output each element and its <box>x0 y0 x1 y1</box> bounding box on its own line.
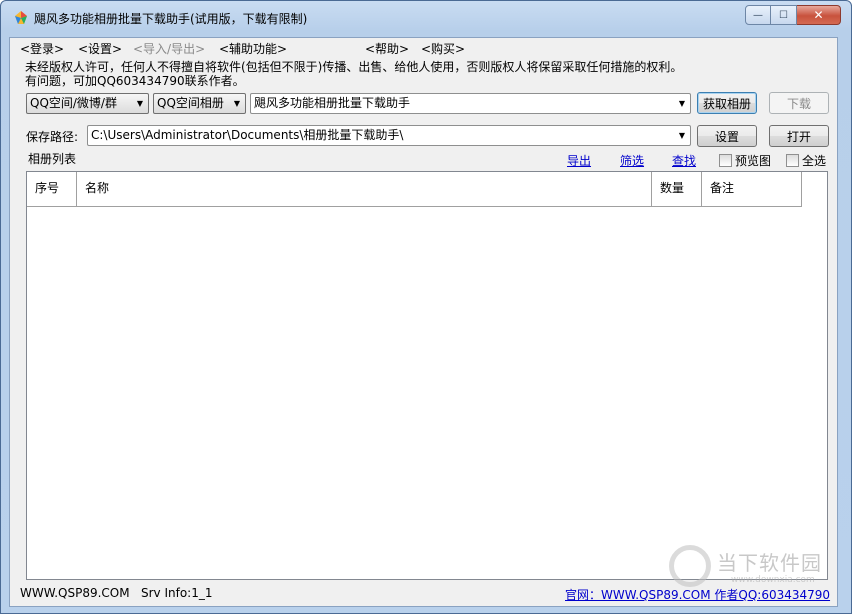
source-select-value: QQ空间/微博/群 <box>30 96 117 110</box>
maximize-icon: ☐ <box>779 9 788 21</box>
chevron-down-icon: ▼ <box>678 99 686 108</box>
target-input-value: 飓风多功能相册批量下载助手 <box>254 96 411 110</box>
preview-checkbox-box[interactable] <box>719 154 732 167</box>
menu-login[interactable]: <登录> <box>20 40 64 57</box>
column-header-count[interactable]: 数量 <box>652 172 702 207</box>
album-type-select-value: QQ空间相册 <box>157 96 224 110</box>
chevron-down-icon: ▼ <box>678 131 686 140</box>
open-button[interactable]: 打开 <box>769 125 829 147</box>
watermark: 当下软件园 www.downxia.com <box>669 543 837 593</box>
watermark-logo-icon <box>669 545 711 587</box>
maximize-button[interactable]: ☐ <box>771 5 797 25</box>
menu-import-export[interactable]: <导入/导出> <box>133 40 205 57</box>
watermark-name: 当下软件园 <box>717 551 822 575</box>
status-site: WWW.QSP89.COM <box>20 586 130 600</box>
app-logo-icon <box>15 11 27 24</box>
watermark-url: www.downxia.com <box>731 575 815 585</box>
column-header-name[interactable]: 名称 <box>77 172 652 207</box>
source-select[interactable]: QQ空间/微博/群 ▼ <box>26 93 149 114</box>
table-header: 序号 名称 数量 备注 <box>27 172 802 207</box>
get-album-button[interactable]: 获取相册 <box>697 92 757 114</box>
menu-settings[interactable]: <设置> <box>78 40 122 57</box>
window-title: 飓风多功能相册批量下载助手(试用版，下载有限制) <box>34 12 308 26</box>
app-window: 飓风多功能相册批量下载助手(试用版，下载有限制) — ☐ ✕ <登录> <设置>… <box>0 0 852 614</box>
notice-line-1: 未经版权人许可，任何人不得擅自将软件(包括但不限于)传播、出售、给他人使用，否则… <box>25 60 683 74</box>
close-icon: ✕ <box>813 8 824 22</box>
save-path-label: 保存路径: <box>26 130 79 144</box>
settings-button[interactable]: 设置 <box>697 125 757 147</box>
column-header-index[interactable]: 序号 <box>27 172 77 207</box>
notice-line-2: 有问题，可加QQ603434790联系作者。 <box>25 74 245 88</box>
menu-tools[interactable]: <辅助功能> <box>219 40 287 57</box>
preview-checkbox[interactable]: 预览图 <box>719 152 771 169</box>
minimize-icon: — <box>753 9 763 21</box>
album-type-select[interactable]: QQ空间相册 ▼ <box>153 93 246 114</box>
title-bar[interactable]: 飓风多功能相册批量下载助手(试用版，下载有限制) — ☐ ✕ <box>1 1 851 31</box>
select-all-checkbox-box[interactable] <box>786 154 799 167</box>
copyright-notice: 未经版权人许可，任何人不得擅自将软件(包括但不限于)传播、出售、给他人使用，否则… <box>25 60 682 88</box>
minimize-button[interactable]: — <box>745 5 771 25</box>
menu-buy[interactable]: <购买> <box>421 40 465 57</box>
download-button[interactable]: 下载 <box>769 92 829 114</box>
save-path-value: C:\Users\Administrator\Documents\相册批量下载助… <box>91 128 404 142</box>
close-button[interactable]: ✕ <box>797 5 841 25</box>
preview-checkbox-label: 预览图 <box>735 154 772 168</box>
target-input[interactable]: 飓风多功能相册批量下载助手 ▼ <box>250 93 691 114</box>
select-all-checkbox-label: 全选 <box>802 154 827 168</box>
client-area: <登录> <设置> <导入/导出> <辅助功能> <帮助> <购买> 未经版权人… <box>9 37 838 607</box>
album-list-label: 相册列表 <box>28 152 77 166</box>
status-srv-info: Srv Info:1_1 <box>141 586 213 600</box>
filter-link[interactable]: 筛选 <box>620 152 644 169</box>
select-all-checkbox[interactable]: 全选 <box>786 152 826 169</box>
save-path-input[interactable]: C:\Users\Administrator\Documents\相册批量下载助… <box>87 125 691 146</box>
column-header-remark[interactable]: 备注 <box>702 172 802 207</box>
menu-help[interactable]: <帮助> <box>365 40 409 57</box>
chevron-down-icon: ▼ <box>233 99 241 108</box>
menu-bar: <登录> <设置> <导入/导出> <辅助功能> <帮助> <购买> <box>10 38 837 56</box>
album-list-table[interactable]: 序号 名称 数量 备注 <box>26 171 828 580</box>
export-link[interactable]: 导出 <box>567 152 591 169</box>
window-controls: — ☐ ✕ <box>745 5 841 25</box>
search-link[interactable]: 查找 <box>672 152 696 169</box>
chevron-down-icon: ▼ <box>136 99 144 108</box>
